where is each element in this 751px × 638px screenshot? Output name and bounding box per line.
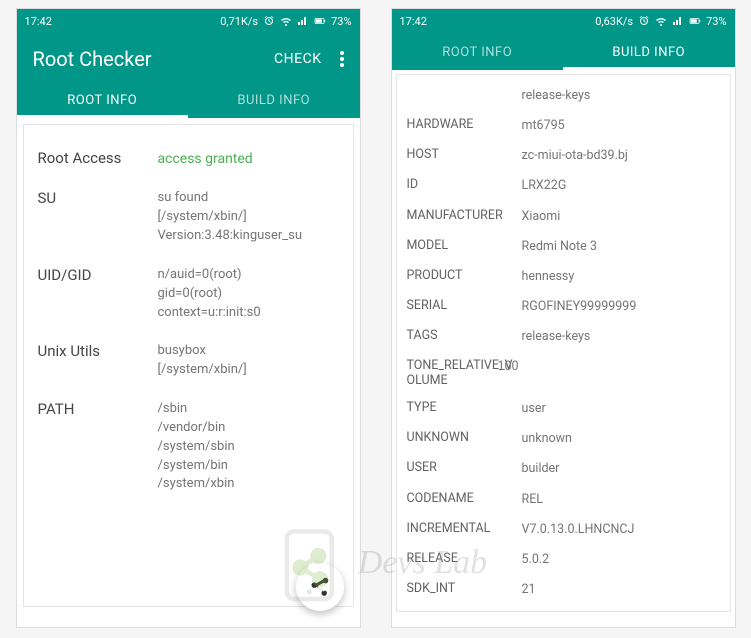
check-button[interactable]: CHECK xyxy=(274,51,321,67)
row-tone-volume: TONE_RELATIVE_V OLUME 100 xyxy=(407,352,720,394)
build-label: TAGS xyxy=(407,328,522,343)
wifi-icon xyxy=(655,15,667,27)
value-uid-gid: n/auid=0(root) gid=0(root) context=u:r:i… xyxy=(158,266,261,323)
value-su: su found [/system/xbin/] Version:3.48:ki… xyxy=(158,189,303,246)
status-time: 17:42 xyxy=(400,15,427,28)
build-value: 21 xyxy=(522,581,536,599)
share-icon xyxy=(309,576,331,598)
build-label: MANUFACTURER xyxy=(407,208,522,223)
build-label: CODENAME xyxy=(407,491,522,506)
build-value: user xyxy=(522,400,546,418)
build-value: release-keys xyxy=(522,328,591,346)
value-tone-volume: 100 xyxy=(498,358,519,376)
label-path: PATH xyxy=(38,400,158,418)
build-label: SERIAL xyxy=(407,298,522,313)
overflow-menu-icon[interactable] xyxy=(340,51,344,67)
build-value: 5.0.2 xyxy=(522,551,550,569)
build-value: zc-miui-ota-bd39.bj xyxy=(522,147,628,165)
app-bar: Root Checker CHECK xyxy=(17,33,360,81)
app-title: Root Checker xyxy=(33,47,152,71)
status-net-speed: 0,63K/s xyxy=(595,15,633,28)
label-su: SU xyxy=(38,189,158,207)
root-info-panel: Root Access access granted SU su found [… xyxy=(23,124,354,607)
build-value: REL xyxy=(522,491,544,509)
build-value: Xiaomi xyxy=(522,208,561,226)
build-row: CODENAMEREL xyxy=(407,485,720,515)
tab-root-info[interactable]: ROOT INFO xyxy=(17,81,189,118)
share-fab[interactable] xyxy=(296,563,344,611)
row-uid-gid: UID/GID n/auid=0(root) gid=0(root) conte… xyxy=(38,256,339,333)
build-label: RADIO xyxy=(407,611,522,612)
battery-icon xyxy=(314,15,326,27)
build-row: HOSTzc-miui-ota-bd39.bj xyxy=(407,141,720,171)
value-fragment: release-keys xyxy=(522,87,591,105)
row-path: PATH /sbin /vendor/bin /system/sbin /sys… xyxy=(38,390,339,504)
build-row: RELEASE5.0.2 xyxy=(407,545,720,575)
tab-build-info[interactable]: BUILD INFO xyxy=(188,81,360,118)
row-root-access: Root Access access granted xyxy=(38,139,339,179)
build-label: MODEL xyxy=(407,238,522,253)
alarm-icon xyxy=(638,15,650,27)
build-label: TYPE xyxy=(407,400,522,415)
build-row: PRODUCThennessy xyxy=(407,262,720,292)
build-row: MODELRedmi Note 3 xyxy=(407,232,720,262)
status-bar: 17:42 0,71K/s 73% xyxy=(17,9,360,33)
build-row: SDK_INT21 xyxy=(407,575,720,605)
tab-root-info[interactable]: ROOT INFO xyxy=(392,33,564,70)
status-battery: 73% xyxy=(331,15,351,28)
label-root-access: Root Access xyxy=(38,149,158,167)
build-value: mt6795 xyxy=(522,117,565,135)
build-row: UNKNOWNunknown xyxy=(407,424,720,454)
build-value: MOLY.LR9.W1423.MD.LWTG.MP.V24.P44, 2015/… xyxy=(522,611,731,612)
row-fragment: release-keys xyxy=(407,81,720,111)
alarm-icon xyxy=(263,15,275,27)
build-label: PRODUCT xyxy=(407,268,522,283)
phone-left: 17:42 0,71K/s 73% Root Checker CHECK ROO… xyxy=(16,8,361,628)
build-row: TAGSrelease-keys xyxy=(407,322,720,352)
build-row: IDLRX22G xyxy=(407,171,720,201)
value-path: /sbin /vendor/bin /system/sbin /system/b… xyxy=(158,400,235,494)
build-value: LRX22G xyxy=(522,177,567,195)
build-row: SERIALRGOFINEY99999999 xyxy=(407,292,720,322)
build-label: HARDWARE xyxy=(407,117,522,132)
build-value: unknown xyxy=(522,430,572,448)
build-value: RGOFINEY99999999 xyxy=(522,298,637,316)
build-label: SDK_INT xyxy=(407,581,522,596)
wifi-icon xyxy=(280,15,292,27)
build-info-panel[interactable]: release-keys HARDWAREmt6795HOSTzc-miui-o… xyxy=(396,74,731,612)
build-value: Redmi Note 3 xyxy=(522,238,597,256)
build-label: HOST xyxy=(407,147,522,162)
build-label: INCREMENTAL xyxy=(407,521,522,536)
status-time: 17:42 xyxy=(25,15,52,28)
tab-build-info[interactable]: BUILD INFO xyxy=(563,33,735,70)
battery-icon xyxy=(689,15,701,27)
label-unix-utils: Unix Utils xyxy=(38,342,158,360)
value-unix-utils: busybox [/system/xbin/] xyxy=(158,342,247,380)
build-label: ID xyxy=(407,177,522,192)
status-net-speed: 0,71K/s xyxy=(220,15,258,28)
build-value: V7.0.13.0.LHNCNCJ xyxy=(522,521,635,539)
tab-bar: ROOT INFO BUILD INFO xyxy=(392,33,735,70)
build-row: TYPEuser xyxy=(407,394,720,424)
build-label: UNKNOWN xyxy=(407,430,522,445)
row-unix-utils: Unix Utils busybox [/system/xbin/] xyxy=(38,332,339,390)
build-label: USER xyxy=(407,460,522,475)
phone-right: 17:42 0,63K/s 73% ROOT INFO BUILD INFO r… xyxy=(391,8,736,628)
status-bar: 17:42 0,63K/s 73% xyxy=(392,9,735,33)
build-row: HARDWAREmt6795 xyxy=(407,111,720,141)
build-row: MANUFACTURERXiaomi xyxy=(407,202,720,232)
build-label: RELEASE xyxy=(407,551,522,566)
signal-icon xyxy=(297,15,309,27)
status-battery: 73% xyxy=(706,15,726,28)
row-su: SU su found [/system/xbin/] Version:3.48… xyxy=(38,179,339,256)
build-row: RADIOMOLY.LR9.W1423.MD.LWTG.MP.V24.P44, … xyxy=(407,605,720,612)
build-row: INCREMENTALV7.0.13.0.LHNCNCJ xyxy=(407,515,720,545)
tab-bar: ROOT INFO BUILD INFO xyxy=(17,81,360,118)
build-row: USERbuilder xyxy=(407,454,720,484)
build-value: hennessy xyxy=(522,268,575,286)
label-uid-gid: UID/GID xyxy=(38,266,158,284)
value-root-access: access granted xyxy=(158,149,253,169)
build-value: builder xyxy=(522,460,560,478)
signal-icon xyxy=(672,15,684,27)
